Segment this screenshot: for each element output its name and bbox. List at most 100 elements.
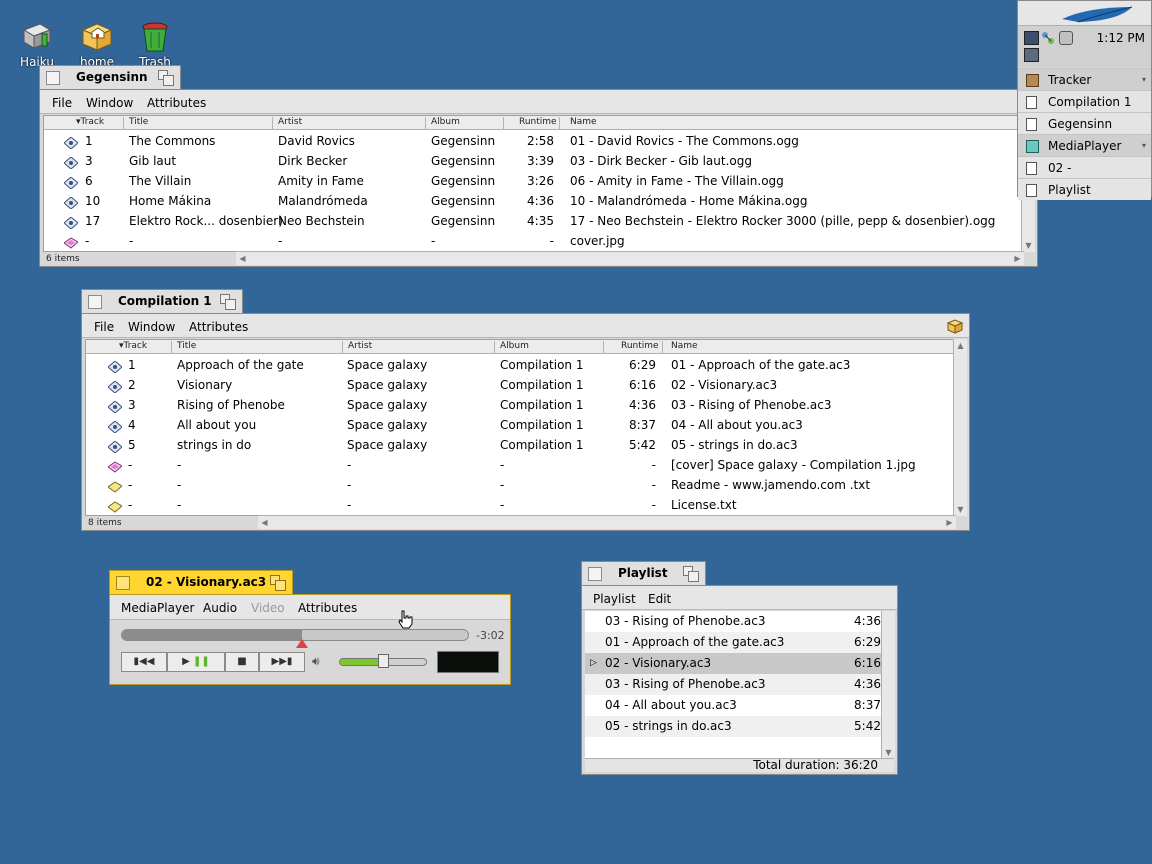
scroll-up-icon[interactable]: ▲ <box>954 339 967 352</box>
mediaplayer-window-tab[interactable]: 02 - Visionary.ac3 <box>109 570 293 594</box>
gegensinn-window-tab[interactable]: Gegensinn <box>39 65 181 89</box>
chevron-down-icon[interactable]: ▾ <box>1142 135 1146 157</box>
network-icon[interactable] <box>1041 31 1055 45</box>
menu-attributes[interactable]: Attributes <box>189 320 248 334</box>
playlist-window-tab[interactable]: Playlist <box>581 561 706 585</box>
cell-title: - <box>177 458 182 472</box>
column-name[interactable]: Name <box>570 116 597 129</box>
desktop-icon-haiku[interactable]: Haiku <box>12 20 62 69</box>
menu-mediaplayer[interactable]: MediaPlayer <box>121 601 194 615</box>
speaker-icon[interactable]: 🔊︎ <box>312 654 320 669</box>
close-button[interactable] <box>88 295 102 309</box>
desktop-icon-home[interactable]: home <box>72 20 122 69</box>
list-item[interactable]: - - - - - License.txt <box>86 495 955 515</box>
menu-file[interactable]: File <box>94 320 114 334</box>
menu-file[interactable]: File <box>52 96 72 110</box>
column-runtime[interactable]: Runtime <box>621 340 659 353</box>
list-item[interactable]: - - - - - cover.jpg <box>44 231 1023 251</box>
hand-cursor-icon <box>397 610 415 630</box>
desktop-icon-trash[interactable]: Trash <box>130 20 180 69</box>
zoom-button[interactable] <box>158 70 174 86</box>
cell-runtime: - <box>549 234 554 248</box>
compilation-window-tab[interactable]: Compilation 1 <box>81 289 243 313</box>
menu-attributes[interactable]: Attributes <box>147 96 206 110</box>
deskbar-menu-button[interactable] <box>1018 1 1151 25</box>
column-name[interactable]: Name <box>671 340 698 353</box>
column-album[interactable]: Album <box>500 340 529 353</box>
play-pause-button[interactable]: ▶ ❚❚ <box>167 652 225 672</box>
volume-knob[interactable] <box>378 654 389 668</box>
menu-playlist[interactable]: Playlist <box>593 592 636 606</box>
zoom-button[interactable] <box>683 566 699 582</box>
menu-audio[interactable]: Audio <box>203 601 237 615</box>
deskbar-item-label: Playlist <box>1048 183 1091 197</box>
zoom-button[interactable] <box>270 575 286 591</box>
playlist-item[interactable]: 03 - Rising of Phenobe.ac3 4:36 <box>585 611 882 632</box>
stop-button[interactable]: ■ <box>225 652 259 672</box>
zoom-button[interactable] <box>220 294 236 310</box>
list-item[interactable]: 6 The Villain Amity in Fame Gegensinn 3:26 06… <box>44 171 1023 191</box>
list-item[interactable]: 1 Approach of the gate Space galaxy Compila… <box>86 355 955 375</box>
column-artist[interactable]: Artist <box>348 340 372 353</box>
list-item[interactable]: - - - - - [cover] Space galaxy - Compilation … <box>86 455 955 475</box>
list-item[interactable]: 1 The Commons David Rovics Gegensinn 2:58 01 … <box>44 131 1023 151</box>
column-artist[interactable]: Artist <box>278 116 302 129</box>
column-album[interactable]: Album <box>431 116 460 129</box>
seek-marker-icon[interactable] <box>295 639 308 648</box>
scroll-right-icon[interactable]: ▶ <box>1011 252 1024 265</box>
deskbar-item[interactable]: Playlist <box>1018 178 1151 200</box>
playlist-item[interactable]: 05 - strings in do.ac3 5:42 <box>585 716 882 737</box>
deskbar-item[interactable]: Compilation 1 <box>1018 90 1151 112</box>
cell-track: 4 <box>128 418 136 432</box>
cell-title: The Villain <box>129 174 192 188</box>
list-item[interactable]: 2 Visionary Space galaxy Compilation 1 6:16 0… <box>86 375 955 395</box>
list-item[interactable]: 3 Gib laut Dirk Becker Gegensinn 3:39 03 - Di… <box>44 151 1023 171</box>
menu-video[interactable]: Video <box>251 601 285 615</box>
close-button[interactable] <box>116 576 130 590</box>
volume-tray-icon[interactable] <box>1059 31 1073 45</box>
list-item[interactable]: - - - - - Readme - www.jamendo.com .txt <box>86 475 955 495</box>
column-track[interactable]: ▾Track <box>119 340 147 353</box>
column-title[interactable]: Title <box>129 116 148 129</box>
previous-button[interactable]: ▮◀◀ <box>121 652 167 672</box>
menu-bar: Playlist Edit <box>582 586 897 610</box>
deskbar-item[interactable]: Gegensinn <box>1018 112 1151 134</box>
menu-edit[interactable]: Edit <box>648 592 671 606</box>
deskbar-item[interactable]: 02 - Visionary.ac3 <box>1018 156 1151 197</box>
horizontal-scrollbar[interactable]: ◀ ▶ <box>236 251 1024 265</box>
vertical-scrollbar[interactable]: ▼ <box>881 611 895 759</box>
column-title[interactable]: Title <box>177 340 196 353</box>
close-button[interactable] <box>46 71 60 85</box>
deskbar-item[interactable]: Tracker ▾ <box>1018 68 1151 90</box>
deskbar-item[interactable]: MediaPlayer ▾ <box>1018 134 1151 156</box>
playlist-item[interactable]: ▷ 02 - Visionary.ac3 6:16 <box>585 653 882 674</box>
column-track[interactable]: ▾Track <box>76 116 104 129</box>
menu-window[interactable]: Window <box>86 96 133 110</box>
deskbar-item-label: MediaPlayer <box>1048 139 1122 153</box>
list-item[interactable]: 5 strings in do Space galaxy Compilation 1 5… <box>86 435 955 455</box>
list-item[interactable]: 17 Elektro Rock... dosenbier) Neo Bechstei… <box>44 211 1023 231</box>
list-item[interactable]: 3 Rising of Phenobe Space galaxy Compilatio… <box>86 395 955 415</box>
clock[interactable]: 1:12 PM <box>1097 31 1145 45</box>
scroll-left-icon[interactable]: ◀ <box>258 516 271 529</box>
menu-window[interactable]: Window <box>128 320 175 334</box>
close-button[interactable] <box>588 567 602 581</box>
cell-name: Readme - www.jamendo.com .txt <box>671 478 871 492</box>
playlist-item[interactable]: 04 - All about you.ac3 8:37 <box>585 695 882 716</box>
vertical-scrollbar[interactable]: ▲ ▼ <box>953 339 967 516</box>
chevron-down-icon[interactable]: ▾ <box>1142 69 1146 91</box>
scroll-left-icon[interactable]: ◀ <box>236 252 249 265</box>
horizontal-scrollbar[interactable]: ◀ ▶ <box>258 515 956 529</box>
menu-attributes[interactable]: Attributes <box>298 601 357 615</box>
scroll-right-icon[interactable]: ▶ <box>943 516 956 529</box>
process-monitor-icon[interactable] <box>1024 48 1039 62</box>
workspaces-icon[interactable] <box>1024 31 1039 45</box>
folder-icon[interactable] <box>946 318 964 334</box>
column-runtime[interactable]: Runtime <box>519 116 557 129</box>
next-button[interactable]: ▶▶▮ <box>259 652 305 672</box>
time-remaining[interactable]: -3:02 <box>476 629 505 642</box>
list-item[interactable]: 10 Home Mákina Malandrómeda Gegensinn 4:36 10… <box>44 191 1023 211</box>
playlist-item[interactable]: 03 - Rising of Phenobe.ac3 4:36 <box>585 674 882 695</box>
playlist-item[interactable]: 01 - Approach of the gate.ac3 6:29 <box>585 632 882 653</box>
list-item[interactable]: 4 All about you Space galaxy Compilation 1 8… <box>86 415 955 435</box>
